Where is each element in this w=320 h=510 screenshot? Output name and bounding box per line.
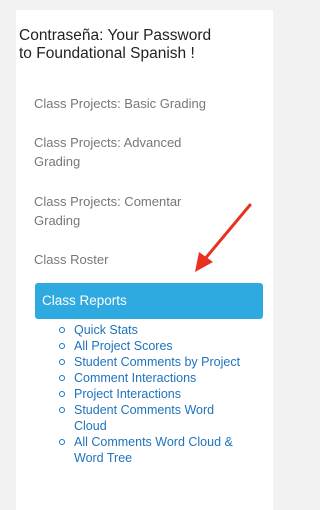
red-arrow-annotation (195, 203, 252, 272)
arrow-head-icon (195, 252, 213, 272)
arrow-shaft (202, 203, 252, 262)
